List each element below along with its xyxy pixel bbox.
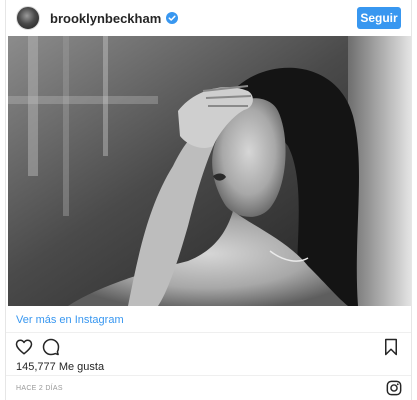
avatar[interactable]: [16, 6, 40, 30]
instagram-embed: brooklynbeckham Seguir Ver más en Instag…: [5, 0, 412, 400]
instagram-logo-icon[interactable]: [386, 380, 402, 396]
verified-badge-icon: [166, 12, 179, 24]
comment-bubble-icon[interactable]: [42, 338, 60, 356]
view-more-link[interactable]: Ver más en Instagram: [16, 314, 124, 326]
view-more-row: Ver más en Instagram: [6, 307, 411, 333]
post-timestamp: HACE 2 DÍAS: [16, 384, 63, 392]
post-footer: HACE 2 DÍAS: [6, 375, 411, 400]
post-header: brooklynbeckham Seguir: [6, 0, 411, 36]
likes-count[interactable]: 145,777 Me gusta: [16, 361, 104, 373]
action-bar: [6, 336, 411, 358]
bookmark-icon[interactable]: [383, 338, 401, 356]
heart-outline-icon[interactable]: [15, 338, 33, 356]
follow-button[interactable]: Seguir: [357, 7, 401, 29]
post-photo[interactable]: [8, 36, 411, 306]
username[interactable]: brooklynbeckham: [50, 11, 161, 26]
